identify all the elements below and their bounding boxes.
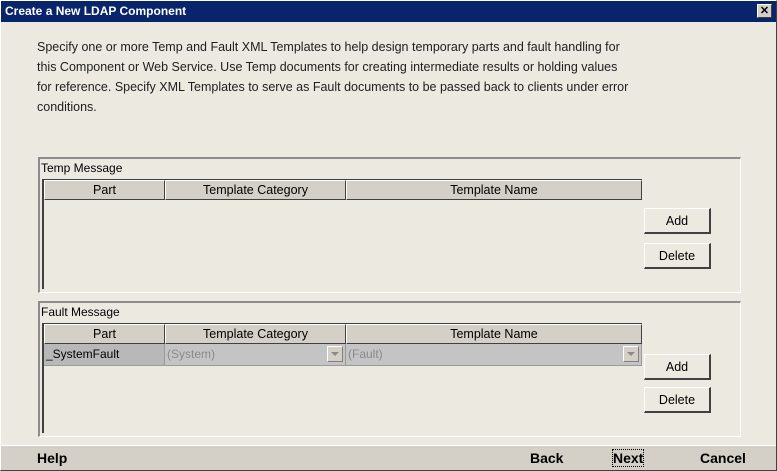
column-header-part[interactable]: Part bbox=[44, 180, 165, 200]
column-header-template-category[interactable]: Template Category bbox=[165, 324, 346, 344]
temp-message-table[interactable]: Part Template Category Template Name bbox=[42, 179, 642, 289]
fault-delete-button[interactable]: Delete bbox=[644, 387, 711, 413]
template-name-combo[interactable]: (Fault) bbox=[346, 344, 642, 366]
window-title: Create a New LDAP Component bbox=[5, 4, 187, 18]
column-header-template-name[interactable]: Template Name bbox=[346, 180, 642, 200]
close-icon: ✕ bbox=[759, 5, 770, 17]
description-line: Specify one or more Temp and Fault XML T… bbox=[37, 40, 620, 54]
back-button[interactable]: Back bbox=[530, 450, 563, 466]
temp-delete-button[interactable]: Delete bbox=[644, 243, 711, 269]
table-header: Part Template Category Template Name bbox=[44, 180, 642, 200]
title-bar: Create a New LDAP Component ✕ bbox=[1, 1, 776, 22]
table-header: Part Template Category Template Name bbox=[44, 324, 642, 344]
temp-message-label: Temp Message bbox=[41, 161, 123, 175]
description-text: Specify one or more Temp and Fault XML T… bbox=[37, 37, 747, 117]
template-category-combo[interactable]: (System) bbox=[165, 344, 346, 366]
temp-add-button[interactable]: Add bbox=[644, 208, 711, 234]
dialog-window: Create a New LDAP Component ✕ Specify on… bbox=[0, 0, 777, 471]
column-header-template-category[interactable]: Template Category bbox=[165, 180, 346, 200]
help-button[interactable]: Help bbox=[37, 450, 67, 466]
part-cell[interactable]: _SystemFault bbox=[44, 344, 165, 366]
fault-add-button[interactable]: Add bbox=[644, 354, 711, 380]
fault-message-group: Fault Message Part Template Category Tem… bbox=[38, 301, 741, 437]
chevron-down-icon[interactable] bbox=[327, 346, 343, 362]
description-line: this Component or Web Service. Use Temp … bbox=[37, 60, 618, 74]
close-button[interactable]: ✕ bbox=[757, 4, 772, 18]
description-line: for reference. Specify XML Templates to … bbox=[37, 80, 629, 94]
temp-message-group: Temp Message Part Template Category Temp… bbox=[38, 157, 741, 293]
fault-message-label: Fault Message bbox=[41, 305, 120, 319]
fault-message-table[interactable]: Part Template Category Template Name _Sy… bbox=[42, 323, 642, 433]
chevron-down-icon[interactable] bbox=[623, 346, 639, 362]
template-name-value: (Fault) bbox=[348, 347, 383, 361]
wizard-footer: Help Back Next Cancel bbox=[1, 445, 776, 470]
template-category-value: (System) bbox=[167, 347, 215, 361]
next-button[interactable]: Next bbox=[611, 449, 645, 467]
column-header-template-name[interactable]: Template Name bbox=[346, 324, 642, 344]
table-row[interactable]: _SystemFault (System) (Fault) bbox=[44, 344, 642, 366]
cancel-button[interactable]: Cancel bbox=[700, 450, 746, 466]
description-line: conditions. bbox=[37, 100, 97, 114]
column-header-part[interactable]: Part bbox=[44, 324, 165, 344]
